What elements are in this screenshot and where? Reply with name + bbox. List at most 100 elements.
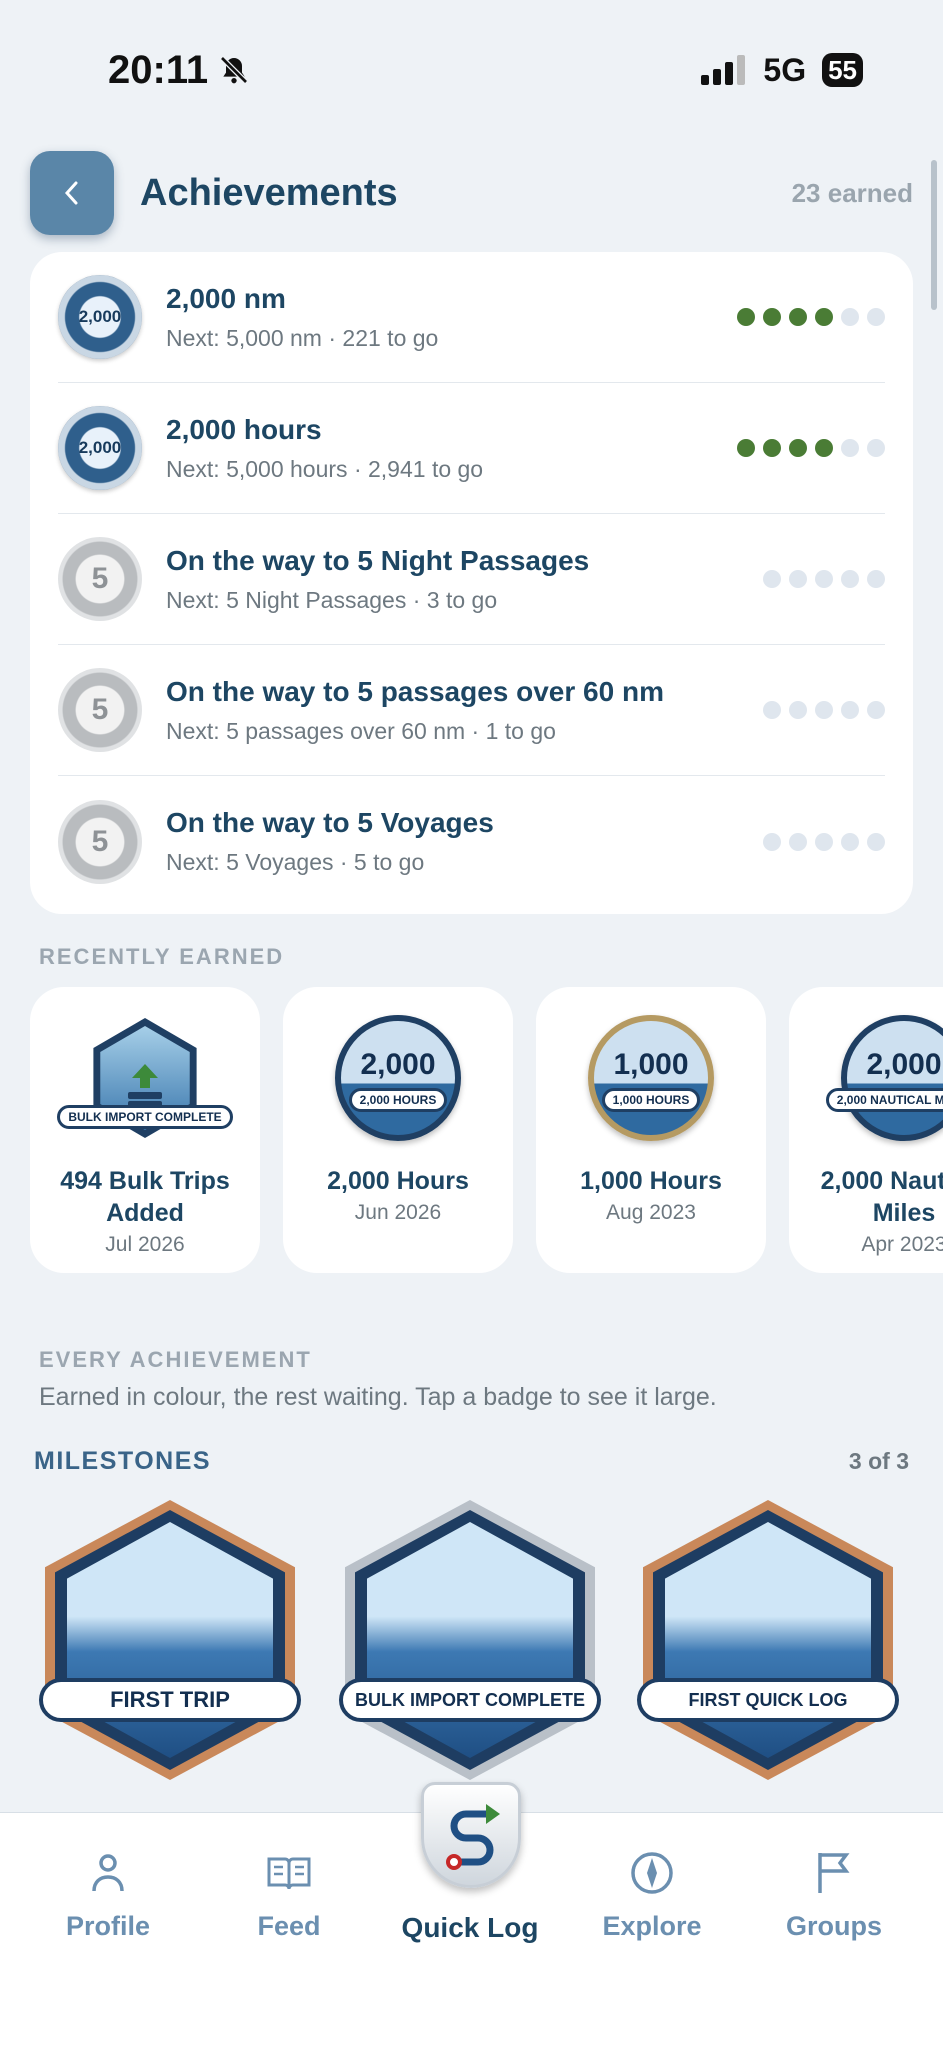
progress-next: Next: 5 Voyages · 5 to go [166,849,425,875]
milestone-banner: FIRST TRIP [39,1678,301,1722]
progress-next: Next: 5,000 hours · 2,941 to go [166,455,484,482]
recent-achievement-date: Jul 2026 [105,1233,185,1256]
milestone-badge[interactable]: BULK IMPORT COMPLETE [339,1500,601,1780]
progress-dot [737,308,755,326]
signal-icon [701,55,746,85]
recent-achievement-name: 1,000 Hours [580,1167,722,1195]
milestone-badge[interactable]: FIRST TRIP [39,1500,301,1780]
recently-earned-carousel[interactable]: BULK IMPORT COMPLETE 494 Bulk Trips Added… [30,987,943,1273]
progress-name: On the way to 5 passages over 60 nm [166,675,664,707]
milestone-banner: BULK IMPORT COMPLETE [339,1678,601,1722]
progress-dot [789,308,807,326]
chevron-left-icon [64,181,78,205]
progress-dot [763,570,781,588]
progress-dot [815,701,833,719]
nav-groups[interactable]: Groups [759,1849,909,1942]
nav-profile-label: Profile [65,1911,151,1941]
progress-dot [763,701,781,719]
recent-achievement-date: Aug 2023 [606,1201,696,1224]
progress-dot [867,570,885,588]
flag-icon [818,1853,850,1893]
book-icon [267,1857,311,1890]
recent-badge-icon: 2,0002,000 NAUTICAL MILES [825,1013,943,1143]
recent-achievement-name: 494 Bulk Trips Added [60,1167,230,1227]
status-time: 20:11 [108,48,250,93]
progress-dots [763,832,885,851]
progress-dot [815,439,833,457]
recent-badge-icon: BULK IMPORT COMPLETE [57,1013,233,1143]
progress-card: 2,000 2,000 nm Next: 5,000 nm · 221 to go 2… [30,252,913,914]
network-type: 5G [763,51,807,88]
every-achievement-label: EVERY ACHIEVEMENT [39,1347,312,1372]
progress-dot [815,832,833,851]
progress-dots [763,570,885,588]
progress-badge-icon: 5 [58,537,142,621]
recently-earned-label: RECENTLY EARNED [39,944,285,969]
progress-next: Next: 5,000 nm · 221 to go [166,324,439,351]
scrollbar[interactable] [931,160,937,310]
bell-slash-icon [220,56,248,84]
progress-dot [789,439,807,457]
progress-dots [763,701,885,719]
progress-dot [867,439,885,457]
status-bar: 20:11 5G 55 [0,0,943,140]
progress-row[interactable]: 5 On the way to 5 passages over 60 nm Next… [58,645,885,776]
progress-dot [841,308,859,326]
earned-count: 23 earned [791,177,913,208]
progress-dot [867,701,885,719]
progress-name: On the way to 5 Voyages [166,807,494,838]
compass-icon [631,1852,673,1894]
nav-profile[interactable]: Profile [33,1849,183,1942]
back-button[interactable] [30,151,114,235]
progress-dot [867,308,885,326]
progress-dot [841,832,859,851]
recent-achievement-card[interactable]: 1,000 1,000 HOURS 1,000 Hours Aug 2023 [536,987,766,1273]
nav-feed[interactable]: Feed [214,1849,364,1942]
milestones-header: MILESTONES 3 of 3 [34,1447,909,1476]
progress-badge-icon: 2,000 [58,275,142,359]
progress-row[interactable]: 2,000 2,000 nm Next: 5,000 nm · 221 to go [58,252,885,383]
recent-achievement-card[interactable]: 2,0002,000 NAUTICAL MILES 2,000 Nautical … [789,987,943,1273]
recent-achievement-date: Apr 2023 [861,1233,943,1256]
progress-dot [789,832,807,851]
progress-dots [737,439,885,457]
progress-row[interactable]: 5 On the way to 5 Voyages Next: 5 Voyages … [58,776,885,907]
progress-dot [763,832,781,851]
progress-dot [789,701,807,719]
progress-badge-icon: 5 [58,668,142,752]
quick-log-button[interactable] [421,1782,521,1892]
nav-feed-label: Feed [257,1911,321,1941]
milestones-title: MILESTONES [34,1447,212,1475]
milestone-badge[interactable]: FIRST QUICK LOG [637,1500,899,1780]
milestones-count: 3 of 3 [848,1448,909,1474]
progress-dot [763,439,781,457]
quick-log-label: Quick Log [401,1912,539,1943]
progress-dot [867,832,885,851]
progress-dot [815,570,833,588]
progress-badge-icon: 5 [58,799,142,884]
nav-groups-label: Groups [785,1911,882,1941]
recent-achievement-date: Jun 2026 [354,1201,442,1224]
progress-row[interactable]: 2,000 2,000 hours Next: 5,000 hours · 2,94… [58,383,885,514]
progress-dot [815,308,833,326]
progress-dots [737,308,885,326]
page-title: Achievements [140,171,398,214]
progress-next: Next: 5 Night Passages · 3 to go [166,586,498,613]
recent-achievement-name: 2,000 Hours [327,1167,469,1195]
progress-name: On the way to 5 Night Passages [166,544,590,576]
progress-name: 2,000 hours [166,413,322,445]
person-icon [92,1854,124,1892]
progress-row[interactable]: 5 On the way to 5 Night Passages Next: 5 N… [58,514,885,645]
recent-achievement-card[interactable]: BULK IMPORT COMPLETE 494 Bulk Trips Added… [30,987,260,1273]
progress-dot [841,701,859,719]
progress-dot [841,570,859,588]
nav-explore[interactable]: Explore [577,1849,727,1942]
progress-next: Next: 5 passages over 60 nm · 1 to go [166,717,556,744]
recent-achievement-card[interactable]: 2,000 2,000 HOURS 2,000 Hours Jun 2026 [283,987,513,1273]
recent-badge-icon: 2,000 2,000 HOURS [333,1013,463,1143]
quick-log-shield-icon [421,1782,521,1888]
battery-icon: 55 [822,53,863,87]
progress-dot [789,570,807,588]
progress-badge-icon: 2,000 [58,406,142,490]
progress-dot [763,308,781,326]
